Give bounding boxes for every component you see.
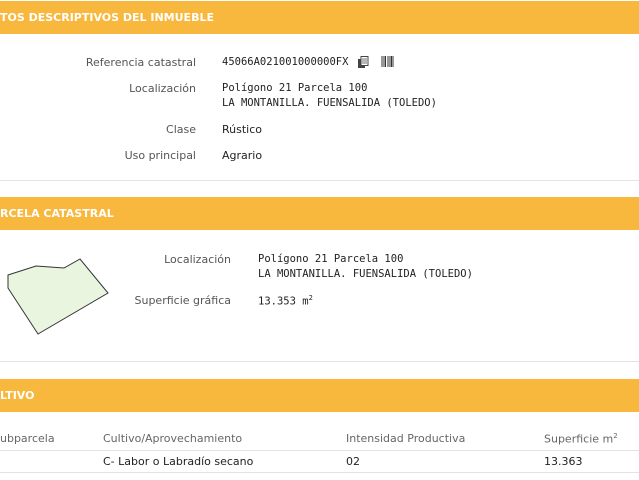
parcela-localizacion-line2: LA MONTANILLA. FUENSALIDA (TOLEDO) [258,268,473,280]
cultivo-cell: C- Labor o Labradío secano [103,455,254,468]
parcela-localizacion-line1: Polígono 21 Parcela 100 [258,253,404,265]
ref-catastral-label: Referencia catastral [85,56,196,69]
superficie-cell: 13.363 [544,455,583,468]
superficie-grafica-value: 13.353 m2 [258,294,313,308]
localizacion-line2: LA MONTANILLA. FUENSALIDA (TOLEDO) [222,97,437,109]
uso-principal-value: Agrario [222,149,263,162]
copy-icon[interactable] [357,56,369,69]
col-header-subparcela: ubparcela [0,432,55,445]
superficie-grafica-label: Superficie gráfica [134,294,232,307]
col-header-cultivo: Cultivo/Aprovechamiento [103,432,243,445]
divider [0,361,639,362]
section-title: RCELA CATASTRAL [0,207,114,220]
parcel-shape-map[interactable] [0,250,115,340]
col-header-superficie: Superficie m2 [544,432,618,446]
section-header-datos-descriptivos: TOS DESCRIPTIVOS DEL INMUEBLE [0,1,639,34]
localizacion-line1: Polígono 21 Parcela 100 [222,82,368,94]
barcode-icon[interactable] [381,55,394,68]
divider [0,472,639,473]
parcela-localizacion-label: Localización [164,253,231,266]
uso-principal-label: Uso principal [124,149,196,162]
section-header-cultivo: LTIVO [0,379,639,412]
intensidad-cell: 02 [346,455,360,468]
section-header-parcela-catastral: RCELA CATASTRAL [0,197,639,230]
clase-label: Clase [166,123,196,136]
clase-value: Rústico [222,123,262,136]
ref-catastral-value: 45066A021001000000FX [222,56,349,68]
section-title: TOS DESCRIPTIVOS DEL INMUEBLE [0,11,214,24]
col-header-intensidad: Intensidad Productiva [346,432,466,445]
divider [0,450,639,451]
section-title: LTIVO [0,389,35,402]
divider [0,180,639,181]
localizacion-label: Localización [129,82,196,95]
